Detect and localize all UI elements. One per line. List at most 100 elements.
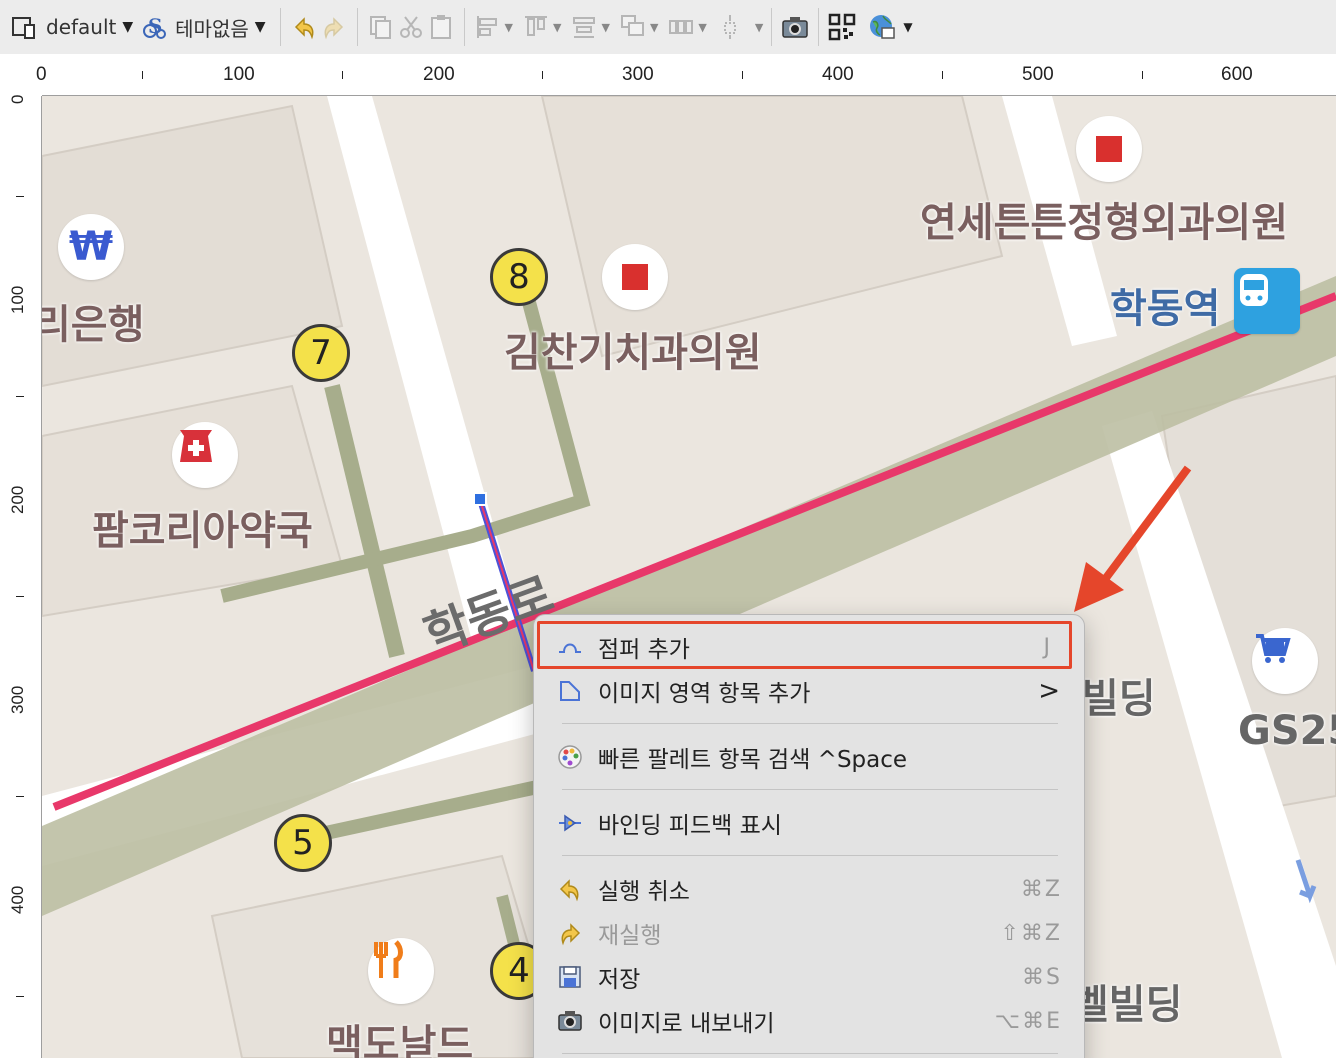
ruler-label: 600	[1221, 64, 1253, 85]
arrow-down-icon	[1295, 859, 1317, 904]
toolbar: default ▼ S 테마없음 ▼ ▼ ▼ ▼ ▼ ▼ ▼ ▼	[0, 0, 1336, 54]
distribute-icon[interactable]	[569, 12, 599, 42]
separator	[356, 8, 358, 46]
ruler-label: 500	[1022, 64, 1054, 85]
map-label: 빌딩	[1082, 676, 1156, 722]
ruler-label: 400	[822, 64, 854, 85]
ruler-label: 400	[8, 885, 27, 914]
ruler-tick	[542, 71, 543, 79]
menu-separator	[562, 723, 1058, 724]
menu-item-redo[interactable]: 재실행 ⇧⌘Z	[556, 913, 1066, 953]
chevron-down-icon: ▼	[601, 20, 610, 34]
separator	[818, 8, 820, 46]
device-icon	[10, 12, 40, 42]
theme-icon: S	[139, 12, 169, 42]
align-left-icon[interactable]	[473, 12, 503, 42]
menu-item-save[interactable]: 저장 ⌘S	[556, 957, 1066, 997]
map-label: 벨빌딩	[1072, 982, 1183, 1028]
ruler-tick	[16, 796, 24, 797]
menu-item-add-image-area[interactable]: 이미지 영역 항목 추가 >	[556, 671, 1066, 711]
copy-icon[interactable]	[366, 12, 396, 42]
cart-icon	[1252, 628, 1318, 694]
ruler-tick	[742, 71, 743, 79]
ruler-label: 100	[223, 64, 255, 85]
ruler-label: 200	[8, 485, 27, 514]
menu-shortcut: ⌘Z	[1020, 876, 1062, 902]
ruler-label: 200	[423, 64, 455, 85]
cut-icon[interactable]	[396, 12, 426, 42]
map-label: 리은행	[42, 302, 145, 348]
ruler-tick	[16, 396, 24, 397]
menu-item-export-image[interactable]: 이미지로 내보내기 ⌥⌘E	[556, 1001, 1066, 1041]
globe-icon[interactable]	[867, 12, 897, 42]
qr-code-icon[interactable]	[827, 12, 857, 42]
binding-icon	[556, 809, 584, 837]
chevron-down-icon: ▼	[122, 19, 134, 35]
menu-item-label: 저장	[598, 967, 641, 993]
save-icon	[556, 963, 584, 991]
separator	[463, 8, 465, 46]
number-marker: 5	[274, 814, 332, 872]
ruler-tick	[942, 71, 943, 79]
undo-icon[interactable]	[289, 12, 319, 42]
ruler-tick	[16, 196, 24, 197]
menu-item-undo[interactable]: 실행 취소 ⌘Z	[556, 869, 1066, 909]
menu-separator	[562, 1053, 1058, 1054]
chevron-down-icon: ▼	[649, 20, 659, 34]
ruler-tick	[16, 996, 24, 997]
app-window: default ▼ S 테마없음 ▼ ▼ ▼ ▼ ▼ ▼ ▼ ▼ 0 100 2…	[0, 0, 1336, 1058]
align-top-icon[interactable]	[521, 12, 551, 42]
chevron-down-icon: ▼	[254, 19, 266, 35]
camera-icon[interactable]	[780, 12, 810, 42]
ruler-label: 100	[8, 285, 27, 314]
chevron-down-icon: ▼	[504, 20, 514, 34]
paste-icon[interactable]	[426, 12, 456, 42]
ruler-label: 300	[622, 64, 654, 85]
chevron-down-icon: ▼	[903, 20, 913, 34]
horizontal-ruler[interactable]: 0 100 200 300 400 500 600	[36, 54, 1336, 96]
menu-item-label: 빠른 팔레트 항목 검색 ^Space	[598, 747, 908, 773]
device-label: default	[46, 15, 117, 39]
theme-selector[interactable]: S 테마없음 ▼	[139, 7, 266, 47]
menu-item-label: 이미지로 내보내기	[598, 1011, 775, 1037]
context-menu: 점퍼 추가 J 이미지 영역 항목 추가 > 빠른 팔레트 항목 검색 ^Spa…	[533, 614, 1085, 1058]
separator	[279, 8, 281, 46]
hospital-icon	[1076, 116, 1142, 182]
number-marker: 7	[292, 324, 350, 382]
resize-icon[interactable]	[715, 12, 745, 42]
vertical-ruler[interactable]: 0 100 200 300 400	[0, 94, 42, 1058]
device-selector[interactable]: default ▼	[10, 7, 133, 47]
redo-icon[interactable]	[319, 12, 349, 42]
chevron-down-icon: ▼	[754, 20, 764, 34]
menu-item-binding-feedback[interactable]: 바인딩 피드백 표시	[556, 803, 1066, 843]
pharmacy-icon	[172, 422, 238, 488]
ruler-label: 300	[8, 685, 27, 714]
menu-shortcut: ⌥⌘E	[994, 1008, 1062, 1034]
subway-icon	[1234, 268, 1300, 334]
grid-icon[interactable]	[666, 12, 696, 42]
highlight-box	[537, 621, 1072, 669]
palette-icon	[556, 743, 584, 771]
ruler-tick	[1142, 71, 1143, 79]
separator	[771, 8, 773, 46]
menu-item-label: 실행 취소	[598, 879, 690, 905]
menu-separator	[562, 855, 1058, 856]
chevron-down-icon: ▼	[698, 20, 707, 34]
menu-item-label: 이미지 영역 항목 추가	[598, 681, 811, 707]
map-label: GS25	[1238, 708, 1336, 754]
map-label: 학동역	[1110, 286, 1221, 332]
menu-item-label: 재실행	[598, 923, 662, 949]
map-label: 김찬기치과의원	[504, 330, 762, 376]
ruler-label: 0	[8, 94, 27, 104]
camera-icon	[556, 1007, 584, 1035]
arrange-icon[interactable]	[618, 12, 648, 42]
restaurant-icon	[368, 938, 434, 1004]
hospital-icon	[602, 244, 668, 310]
menu-separator	[562, 789, 1058, 790]
theme-label: 테마없음	[175, 16, 249, 41]
menu-item-quick-palette[interactable]: 빠른 팔레트 항목 검색 ^Space	[556, 737, 1066, 777]
submenu-arrow-icon: >	[1038, 676, 1060, 706]
ruler-tick	[16, 596, 24, 597]
menu-shortcut: ⇧⌘Z	[1000, 920, 1062, 946]
redo-icon	[556, 919, 584, 947]
